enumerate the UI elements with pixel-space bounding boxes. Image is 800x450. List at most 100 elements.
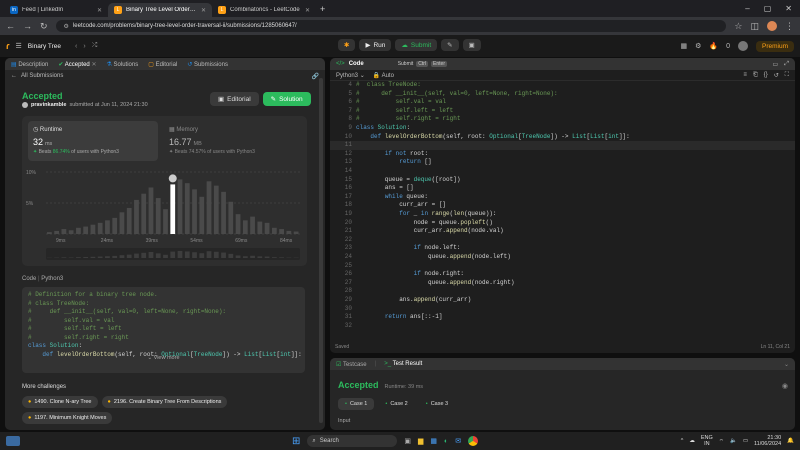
distribution-bar[interactable] <box>279 229 284 234</box>
mail-icon[interactable]: ✉ <box>455 437 461 445</box>
url-bar[interactable]: ⚙ leetcode.com/problems/binary-tree-leve… <box>55 20 727 32</box>
case-tab-3[interactable]: • Case 3 <box>419 398 455 410</box>
tab-description[interactable]: ▤ Description <box>11 61 48 68</box>
all-submissions-link[interactable]: All Submissions <box>21 73 63 80</box>
windows-start-icon[interactable]: ⊞ <box>292 436 300 447</box>
profile-avatar[interactable] <box>767 21 777 31</box>
chrome-icon[interactable] <box>468 436 479 446</box>
tab-testcase[interactable]: ☑ Testcase <box>336 361 367 368</box>
tab-submissions[interactable]: ↺ Submissions <box>187 61 228 68</box>
solution-button[interactable]: ✎ Solution <box>262 92 311 106</box>
browser-tab-1[interactable]: LBinary Tree Level Order Travers...✕ <box>108 3 212 17</box>
fullscreen-icon[interactable]: ⛶ <box>785 72 789 79</box>
back-arrow-icon[interactable]: ← <box>11 73 17 80</box>
language-selector[interactable]: Python3 ⌄ <box>336 72 365 79</box>
volume-icon[interactable]: 🔈 <box>730 438 737 444</box>
case-tab-2[interactable]: • Case 2 <box>378 398 414 410</box>
maximize-icon[interactable]: ▢ <box>764 4 772 13</box>
tab-accepted[interactable]: ✔ Accepted ✕ <box>58 61 96 68</box>
settings-icon[interactable]: ⚙ <box>695 42 701 50</box>
challenge-chip[interactable]: ● 1197. Minimum Knight Moves <box>22 412 113 424</box>
bookmark-star-icon[interactable]: ☆ <box>734 21 742 32</box>
task-view-icon[interactable]: ▣ <box>404 437 411 445</box>
editorial-button[interactable]: ▣ Editorial <box>210 92 259 106</box>
memory-card[interactable]: ▦ Memory 16.77 MB ✦ Beats 74.57% of user… <box>164 121 294 161</box>
reload-icon[interactable]: ↻ <box>40 21 48 32</box>
user-avatar-small[interactable] <box>22 102 28 108</box>
weather-icon[interactable] <box>6 436 20 446</box>
taskbar-search[interactable]: ⌕ Search <box>307 435 398 447</box>
battery-icon[interactable]: ▭ <box>743 438 748 444</box>
new-tab-icon[interactable]: + <box>320 4 325 14</box>
forward-icon[interactable]: → <box>23 21 32 31</box>
file-explorer-icon[interactable]: ▆ <box>418 437 423 445</box>
distribution-bar[interactable] <box>264 222 270 234</box>
prev-problem-icon[interactable]: ‹ <box>75 43 77 50</box>
store-icon[interactable]: ▦ <box>430 437 437 445</box>
close-window-icon[interactable]: ✕ <box>785 4 792 13</box>
shuffle-icon[interactable]: ⤮ <box>92 42 98 50</box>
bookmark-icon[interactable]: ⎗ <box>753 72 758 79</box>
distribution-bar[interactable] <box>155 198 161 234</box>
distribution-bar[interactable] <box>271 227 277 234</box>
runtime-card[interactable]: ◷ Runtime 32 ms ✦ Beats 86.74% of users … <box>28 121 158 161</box>
problem-list-title[interactable]: Binary Tree <box>28 43 61 50</box>
distribution-bar[interactable] <box>134 199 139 234</box>
left-scrollbar[interactable] <box>319 78 323 423</box>
extensions-icon[interactable]: ◫ <box>750 21 759 32</box>
distribution-bar[interactable] <box>141 193 147 234</box>
close-tab-icon[interactable]: ✕ <box>201 7 206 14</box>
problem-list-icon[interactable]: ☰ <box>16 42 22 50</box>
distribution-bar[interactable] <box>184 183 190 234</box>
distribution-bar[interactable] <box>228 201 234 234</box>
close-tab-icon[interactable]: ✕ <box>305 7 310 14</box>
distribution-bar[interactable] <box>293 231 299 234</box>
username[interactable]: pravinkamble <box>31 102 66 108</box>
case-tab-1[interactable]: • Case 1 <box>338 398 375 410</box>
distribution-bar[interactable] <box>163 209 168 234</box>
back-icon[interactable]: ← <box>6 21 15 31</box>
cloud-icon[interactable]: ☁ <box>689 438 695 444</box>
notification-icon[interactable]: 🔔 <box>787 438 794 444</box>
challenge-chip[interactable]: ● 1490. Clone N-ary Tree <box>22 396 98 408</box>
premium-button[interactable]: Premium <box>755 40 794 52</box>
leetcode-logo-icon[interactable]: ɾ <box>6 41 10 51</box>
menu-icon[interactable]: ⋮ <box>785 21 794 32</box>
tab-solutions[interactable]: ⚗ Solutions <box>106 61 138 68</box>
distribution-bar[interactable] <box>61 229 67 234</box>
braces-icon[interactable]: {} <box>764 72 768 79</box>
debug-button[interactable]: ✱ <box>338 39 356 51</box>
distribution-bar[interactable] <box>54 230 60 234</box>
distribution-bar[interactable] <box>192 189 197 234</box>
ai-analyze-icon[interactable]: ◉ <box>782 382 788 390</box>
whiteboard-button[interactable]: ▣ <box>462 39 481 51</box>
view-more-link[interactable]: ⌄ View more <box>147 355 179 361</box>
highlighted-bar[interactable] <box>170 184 176 234</box>
streak-icon[interactable]: 🔥 <box>709 42 718 50</box>
reset-icon[interactable]: ↺ <box>774 72 779 79</box>
browser-tab-0[interactable]: in Feed | LinkedIn ✕ <box>4 3 108 17</box>
clock[interactable]: 21:30 11/06/2024 <box>754 435 781 447</box>
distribution-bar[interactable] <box>206 181 212 234</box>
browser-tab-2[interactable]: L Combinatorics - LeetCode ✕ <box>212 3 316 17</box>
run-button[interactable]: ▶ Run <box>359 39 392 51</box>
user-avatar[interactable] <box>737 41 748 51</box>
code-editor-area[interactable]: 4 # class TreeNode: 5 # def __init__(self, … <box>330 81 795 343</box>
distribution-bar[interactable] <box>213 185 219 234</box>
panel-collapse-icon[interactable]: ⌄ <box>784 361 789 368</box>
distribution-bar[interactable] <box>119 212 125 234</box>
auto-toggle[interactable]: 🔒 Auto <box>373 72 394 79</box>
distribution-bar[interactable] <box>112 217 118 234</box>
site-info-icon[interactable]: ⚙ <box>64 23 69 30</box>
distribution-bar[interactable] <box>47 232 52 234</box>
tab-editorial[interactable]: ▢ Editorial <box>148 61 177 68</box>
panel-layout-icon[interactable]: ▭ <box>773 61 779 68</box>
distribution-bar[interactable] <box>76 227 81 234</box>
tab-test-result[interactable]: >_ Test Result <box>384 361 422 367</box>
distribution-bar[interactable] <box>199 196 205 234</box>
language-indicator[interactable]: ENG IN <box>701 435 713 447</box>
share-icon[interactable]: 🔗 <box>312 73 319 80</box>
submit-button[interactable]: ☁ Submit <box>395 39 438 51</box>
next-problem-icon[interactable]: › <box>83 43 85 50</box>
distribution-bar[interactable] <box>221 191 226 234</box>
